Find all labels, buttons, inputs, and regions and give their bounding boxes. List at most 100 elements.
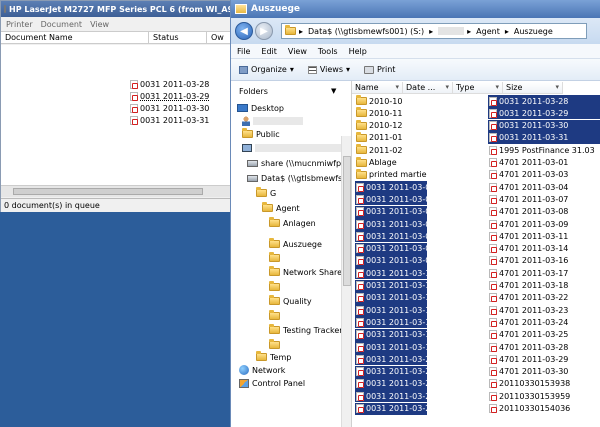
- file-item[interactable]: 0031 2011-03-08: [355, 242, 427, 255]
- menu-help[interactable]: Help: [349, 47, 367, 56]
- file-item[interactable]: 0031 2011-03-04: [355, 218, 427, 230]
- file-item[interactable]: 4701 2011-03-30: [488, 366, 600, 378]
- printer-title-bar[interactable]: HP LaserJet M2727 MFP Series PCL 6 (from…: [1, 1, 231, 17]
- file-item[interactable]: 4701 2011-03-04: [488, 181, 600, 193]
- address-crumb-agent[interactable]: Agent: [476, 27, 500, 36]
- file-item[interactable]: 0031 2011-03-01: [355, 181, 427, 194]
- file-item[interactable]: Ablage: [355, 156, 427, 169]
- menu-printer[interactable]: Printer: [6, 20, 33, 29]
- menu-file[interactable]: File: [237, 47, 250, 56]
- file-item[interactable]: 4701 2011-03-25: [488, 329, 600, 341]
- column-status[interactable]: Status: [149, 32, 207, 43]
- print-job-item[interactable]: 0031 2011-03-29: [130, 91, 209, 102]
- file-item[interactable]: 20110330153938: [488, 378, 600, 390]
- tree-item-control-panel[interactable]: Control Panel: [239, 377, 305, 389]
- tree-item-computer[interactable]: [242, 142, 350, 154]
- address-crumb-drive[interactable]: Data$ (\\gtlsbmewfs001) (S:): [308, 27, 424, 36]
- file-item[interactable]: 2010-11: [355, 107, 427, 119]
- file-item[interactable]: 0031 2011-03-29: [488, 107, 600, 120]
- column-header-date[interactable]: Date ... ▾: [403, 82, 453, 94]
- tree-item-quality[interactable]: Quality: [269, 295, 312, 307]
- column-document-name[interactable]: Document Name: [1, 32, 149, 43]
- file-item[interactable]: 0031 2011-03-24: [355, 390, 427, 403]
- printer-job-list[interactable]: 0031 2011-03-28 0031 2011-03-29 0031 201…: [1, 45, 231, 185]
- scrollbar-thumb[interactable]: [343, 156, 351, 286]
- file-item[interactable]: 0031 2011-03-07: [355, 230, 427, 243]
- back-button[interactable]: ◀: [235, 22, 253, 40]
- print-job-item[interactable]: 0031 2011-03-30: [130, 103, 209, 114]
- address-crumb-auszuege[interactable]: Auszuege: [514, 27, 553, 36]
- file-item[interactable]: 0031 2011-03-14: [355, 291, 427, 304]
- print-job-item[interactable]: 0031 2011-03-31: [130, 115, 209, 126]
- file-item[interactable]: 20110330154036: [488, 403, 600, 415]
- organize-button[interactable]: Organize ▾: [239, 65, 294, 74]
- printer-horizontal-scrollbar[interactable]: [1, 185, 231, 197]
- file-item[interactable]: 1995 PostFinance 31.03: [488, 144, 600, 156]
- file-item[interactable]: 4701 2011-03-16: [488, 255, 600, 267]
- menu-edit[interactable]: Edit: [261, 47, 277, 56]
- file-item[interactable]: 4701 2011-03-23: [488, 304, 600, 316]
- file-item[interactable]: 0031 2011-03-21: [355, 353, 427, 366]
- tree-item-share[interactable]: share (\\mucnmiwfp000: [247, 157, 351, 169]
- tree-item-agent[interactable]: Agent: [262, 202, 300, 214]
- views-button[interactable]: Views ▾: [307, 65, 350, 74]
- menu-view[interactable]: View: [90, 20, 109, 29]
- file-item[interactable]: 0031 2011-03-30: [488, 119, 600, 132]
- file-item[interactable]: 2010-10: [355, 95, 427, 107]
- file-item[interactable]: 0031 2011-03-11: [355, 279, 427, 292]
- file-item[interactable]: 0031 2011-03-31: [488, 131, 600, 144]
- file-item[interactable]: 4701 2011-03-07: [488, 193, 600, 205]
- print-button[interactable]: Print: [364, 65, 395, 74]
- file-item[interactable]: 0031 2011-03-16: [355, 316, 427, 329]
- address-crumb-redacted[interactable]: [438, 27, 465, 35]
- file-item[interactable]: 4701 2011-03-01: [488, 157, 600, 169]
- file-list-pane[interactable]: Name ▾ Date ... ▾ Type ▾ Size ▾ 2010-10 2010-…: [352, 81, 600, 427]
- tree-item-public[interactable]: Public: [242, 128, 280, 140]
- file-item[interactable]: 0031 2011-03-17: [355, 328, 427, 341]
- file-item[interactable]: 0031 2011-03-23: [355, 377, 427, 390]
- tree-item-desktop[interactable]: Desktop: [237, 102, 284, 114]
- folders-header[interactable]: Folders: [239, 87, 268, 96]
- tree-item-testing-tracker[interactable]: Testing Tracker: [269, 324, 343, 336]
- file-item[interactable]: 2011-01: [355, 131, 427, 144]
- explorer-title-bar[interactable]: Auszuege: [231, 0, 600, 18]
- file-item[interactable]: 4701 2011-03-22: [488, 292, 600, 304]
- file-item[interactable]: 20110330153959: [488, 390, 600, 402]
- file-item[interactable]: 4701 2011-03-17: [488, 267, 600, 279]
- tree-item-user[interactable]: [242, 115, 306, 127]
- file-item[interactable]: 2011-02: [355, 144, 427, 156]
- column-owner[interactable]: Ow: [207, 32, 231, 43]
- print-job-item[interactable]: 0031 2011-03-28: [130, 79, 209, 90]
- file-item[interactable]: 4701 2011-03-03: [488, 169, 600, 181]
- file-item[interactable]: printed martie: [355, 168, 427, 181]
- tree-item-temp[interactable]: Temp: [256, 351, 291, 363]
- tree-item-anlagen[interactable]: Anlagen: [269, 217, 316, 229]
- file-item[interactable]: 0031 2011-03-28: [488, 95, 600, 107]
- file-item[interactable]: 4701 2011-03-14: [488, 243, 600, 255]
- column-header-type[interactable]: Type ▾: [453, 82, 503, 94]
- file-item[interactable]: 4701 2011-03-18: [488, 280, 600, 292]
- tree-item-redacted[interactable]: [269, 252, 283, 264]
- tree-item-g[interactable]: G: [256, 187, 276, 199]
- tree-item-network[interactable]: Network: [239, 364, 285, 376]
- file-item[interactable]: 2010-12: [355, 119, 427, 132]
- file-item[interactable]: 0031 2011-03-10: [355, 267, 427, 280]
- printer-queue-window[interactable]: HP LaserJet M2727 MFP Series PCL 6 (from…: [0, 0, 232, 212]
- address-bar[interactable]: ▸ Data$ (\\gtlsbmewfs001) (S:) ▸ ▸ Agent…: [281, 23, 587, 39]
- file-item[interactable]: 0031 2011-03-15: [355, 304, 427, 317]
- menu-tools[interactable]: Tools: [318, 47, 338, 56]
- file-item[interactable]: 4701 2011-03-08: [488, 206, 600, 218]
- file-item[interactable]: 4701 2011-03-29: [488, 353, 600, 365]
- scrollbar-thumb[interactable]: [13, 188, 203, 195]
- column-header-name[interactable]: Name ▾: [352, 82, 403, 94]
- file-item[interactable]: 4701 2011-03-09: [488, 218, 600, 230]
- tree-item-redacted[interactable]: [269, 310, 283, 322]
- file-item[interactable]: 4701 2011-03-11: [488, 230, 600, 242]
- folder-tree-pane[interactable]: Folders ▼ Desktop Public share (\\mucnmi…: [231, 81, 352, 427]
- tree-vertical-scrollbar[interactable]: [341, 136, 351, 427]
- file-item[interactable]: 0031 2011-03-02: [355, 193, 427, 206]
- tree-item-data-drive[interactable]: Data$ (\\gtlsbmewfs001: [247, 172, 351, 184]
- file-item[interactable]: 0031 2011-03-18: [355, 341, 427, 353]
- tree-item-auszuege[interactable]: Auszuege: [269, 238, 322, 250]
- file-item[interactable]: 0031 2011-03-25: [355, 402, 427, 415]
